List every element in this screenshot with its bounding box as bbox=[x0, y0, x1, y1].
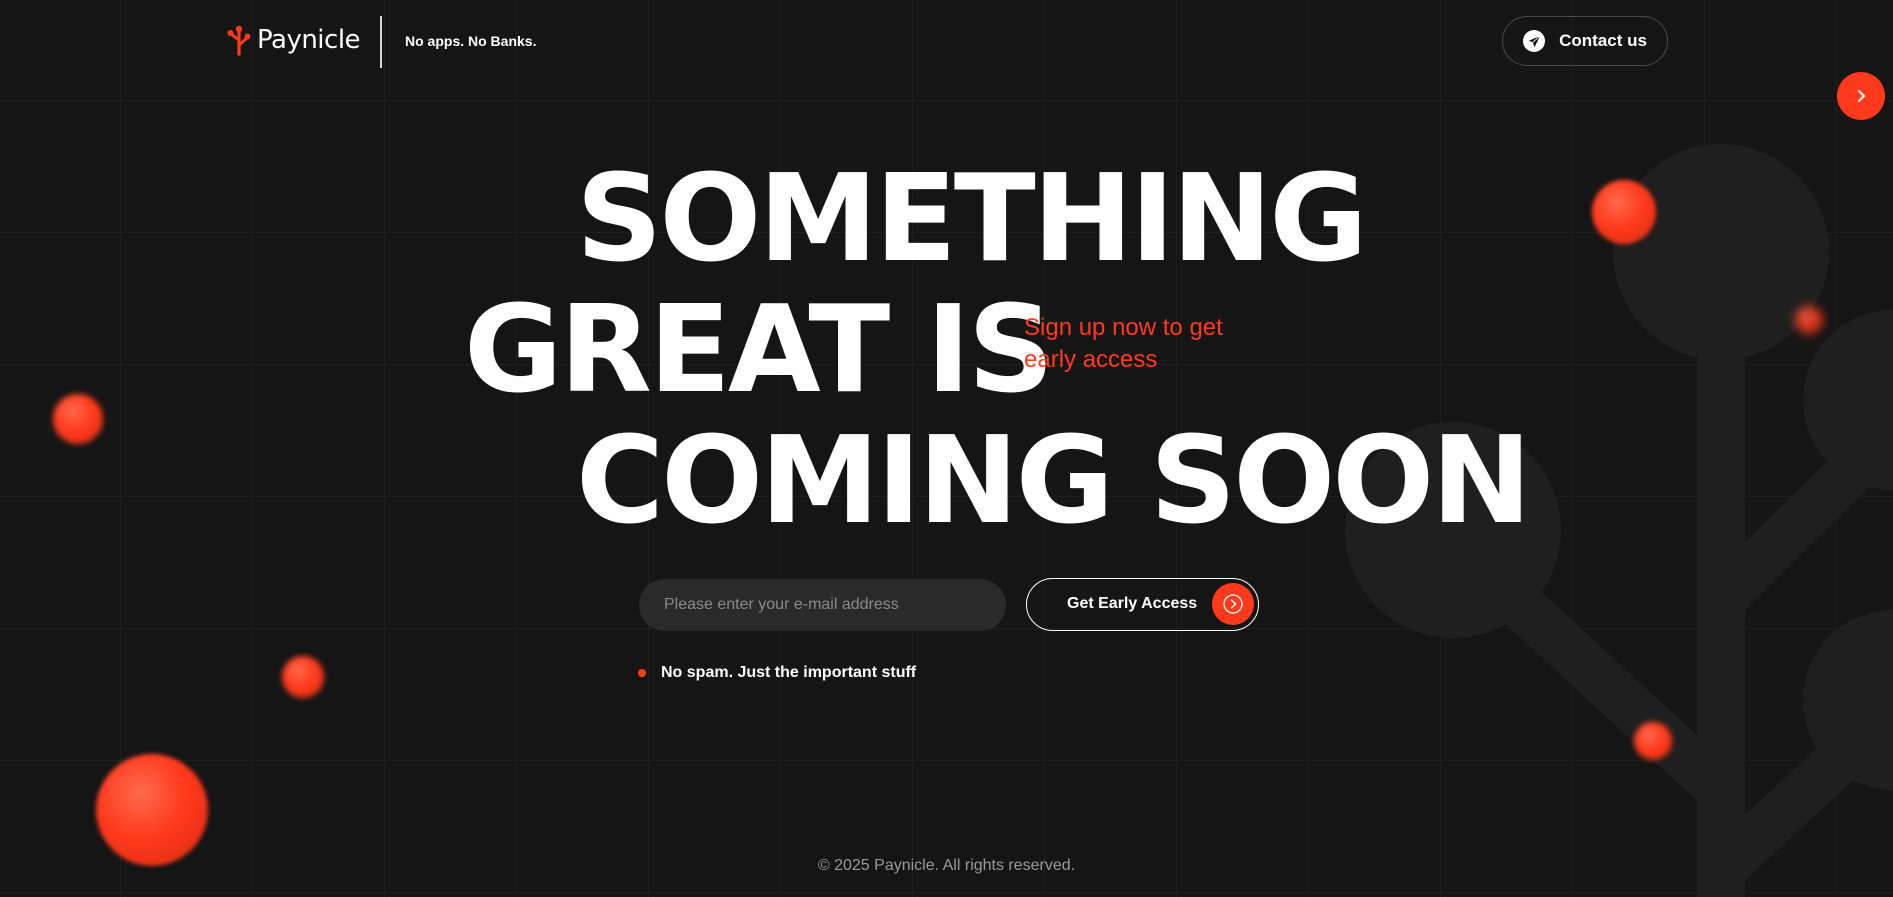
contact-us-button[interactable]: Contact us bbox=[1502, 16, 1668, 66]
logo[interactable]: Paynicle bbox=[227, 24, 361, 56]
no-spam-text: No spam. Just the important stuff bbox=[661, 664, 917, 681]
bullet-dot-icon bbox=[638, 669, 646, 677]
header-divider bbox=[380, 16, 382, 68]
logo-text: Paynicle bbox=[257, 25, 361, 55]
site-header: Paynicle No apps. No Banks. Contact us bbox=[0, 0, 1893, 84]
headline-line-1: SOMETHING bbox=[576, 150, 1368, 289]
decorative-orb bbox=[96, 754, 208, 866]
email-input[interactable] bbox=[639, 579, 1006, 631]
decorative-orb bbox=[53, 394, 103, 444]
tagline: No apps. No Banks. bbox=[405, 33, 537, 49]
decorative-orb bbox=[1795, 306, 1823, 334]
get-early-access-button[interactable]: Get Early Access bbox=[1026, 578, 1259, 631]
coming-soon-page: Paynicle No apps. No Banks. Contact us S… bbox=[0, 0, 1893, 897]
no-spam-note: No spam. Just the important stuff bbox=[638, 664, 916, 682]
get-early-access-label: Get Early Access bbox=[1067, 595, 1198, 612]
headline-line-2: GREAT IS bbox=[464, 281, 1054, 420]
paper-plane-icon bbox=[1523, 30, 1546, 52]
signup-note: Sign up now to get early access bbox=[1024, 314, 1223, 373]
side-next-button[interactable] bbox=[1837, 72, 1885, 120]
contact-us-label: Contact us bbox=[1559, 31, 1647, 50]
chevron-right-icon bbox=[1858, 90, 1865, 102]
decorative-orb bbox=[1634, 722, 1672, 760]
headline-line-3: COMING SOON bbox=[576, 412, 1532, 551]
decorative-orb bbox=[282, 656, 324, 698]
branch-logo-icon bbox=[227, 25, 251, 56]
footer-copyright: © 2025 Paynicle. All rights reserved. bbox=[817, 857, 1076, 874]
circle-chevron-right-icon bbox=[1212, 583, 1254, 625]
decorative-orb bbox=[1592, 180, 1656, 244]
